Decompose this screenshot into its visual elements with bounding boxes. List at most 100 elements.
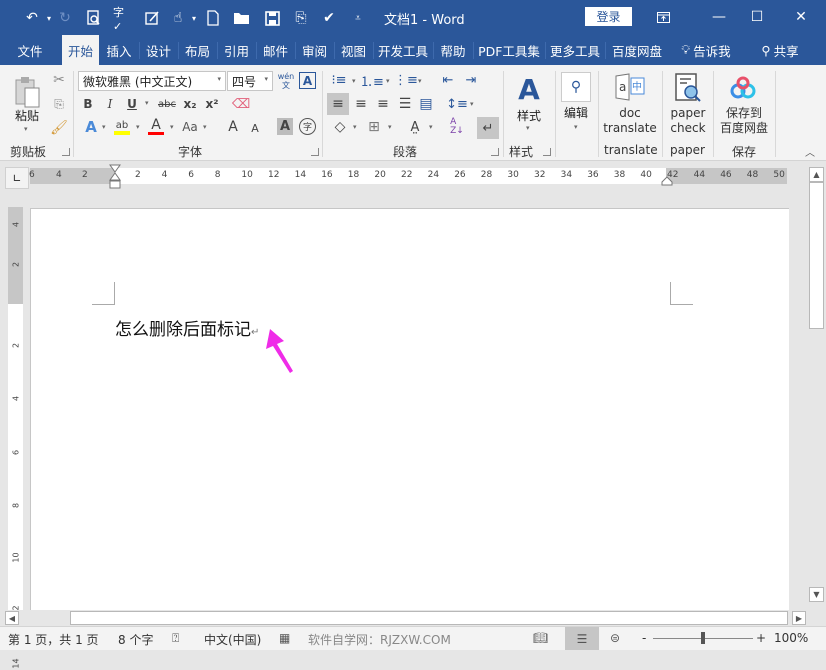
document-page[interactable]: 怎么删除后面标记↵: [30, 208, 789, 610]
scroll-right-icon[interactable]: ▶: [792, 611, 806, 625]
decrease-indent-icon[interactable]: ⇤: [438, 71, 458, 89]
vertical-scrollbar[interactable]: ▲ ▼: [808, 163, 826, 610]
zoom-out-button[interactable]: -: [642, 631, 646, 645]
print-preview-icon[interactable]: [84, 8, 104, 28]
ribbon-display-icon[interactable]: [648, 6, 678, 28]
login-button[interactable]: 登录: [585, 7, 632, 26]
tab-baidu-netdisk[interactable]: 百度网盘: [606, 35, 668, 65]
strikethrough-button[interactable]: abc: [157, 95, 177, 113]
tab-view[interactable]: 视图: [335, 35, 372, 65]
format-painter-icon[interactable]: 🖌︎: [50, 119, 68, 137]
change-case-button[interactable]: Aa: [180, 118, 200, 136]
customize-icon[interactable]: ⩡: [348, 8, 368, 28]
line-spacing-icon[interactable]: ↕≡: [446, 93, 468, 115]
paper-check-line1[interactable]: paper: [665, 105, 711, 120]
cut-icon[interactable]: ✂: [50, 71, 68, 89]
tell-me-button[interactable]: 💡︎ 告诉我: [676, 35, 736, 65]
borders-dropdown-icon[interactable]: ▾: [388, 123, 392, 131]
multilevel-list-icon[interactable]: ⋮≡: [394, 71, 418, 89]
tab-references[interactable]: 引用: [218, 35, 255, 65]
close-icon[interactable]: ✕: [786, 6, 816, 28]
char-border-icon[interactable]: A: [299, 72, 316, 89]
check-icon[interactable]: ✔: [319, 8, 339, 28]
font-launcher-icon[interactable]: [311, 148, 319, 156]
open-icon[interactable]: [232, 8, 252, 28]
grow-font-button[interactable]: A: [224, 118, 242, 136]
new-document-icon[interactable]: [203, 8, 223, 28]
tab-review[interactable]: 审阅: [296, 35, 333, 65]
scroll-thumb[interactable]: [809, 182, 824, 329]
distributed-icon[interactable]: ▤: [416, 93, 436, 115]
font-size-select[interactable]: 四号 ▾: [227, 71, 273, 91]
zoom-slider-thumb[interactable]: [701, 632, 705, 644]
font-color-dropdown-icon[interactable]: ▾: [170, 123, 174, 131]
clear-formatting-icon[interactable]: ⌫: [232, 95, 250, 113]
document-text[interactable]: 怎么删除后面标记↵: [115, 315, 259, 340]
redo-icon[interactable]: ↻: [55, 8, 75, 28]
collapse-ribbon-icon[interactable]: ︿: [803, 145, 817, 159]
print-layout-icon[interactable]: ☰: [565, 627, 599, 650]
styles-icon[interactable]: A: [512, 72, 546, 106]
editing-dropdown-icon[interactable]: ▾: [574, 123, 578, 131]
font-name-select[interactable]: 微软雅黑 (中文正文) ▾: [78, 71, 226, 91]
proofing-icon[interactable]: ⍰: [172, 631, 179, 646]
italic-button[interactable]: I: [102, 95, 118, 113]
save-baidu-line1[interactable]: 保存到: [716, 105, 772, 120]
share-button[interactable]: ⚲ 共享: [755, 35, 805, 65]
enclose-chars-button[interactable]: 字: [299, 118, 316, 135]
save-icon[interactable]: [262, 8, 282, 28]
tab-help[interactable]: 帮助: [434, 35, 472, 65]
spelling-icon[interactable]: 字✓: [113, 6, 133, 33]
read-mode-icon[interactable]: 📖︎: [533, 631, 548, 645]
doc-translate-line2[interactable]: translate: [600, 120, 660, 135]
sort-icon[interactable]: A Z↓: [446, 117, 468, 137]
phonetic-guide-icon[interactable]: wén 文: [276, 70, 296, 92]
paste-label[interactable]: 粘贴: [12, 107, 42, 123]
change-case-dropdown-icon[interactable]: ▾: [203, 123, 207, 131]
numbering-dropdown-icon[interactable]: ▾: [386, 77, 390, 85]
show-marks-icon[interactable]: ↵: [477, 117, 499, 139]
language[interactable]: 中文(中国): [204, 631, 261, 648]
styles-launcher-icon[interactable]: [543, 148, 551, 156]
subscript-button[interactable]: x₂: [181, 95, 199, 113]
multilevel-dropdown-icon[interactable]: ▾: [418, 77, 422, 85]
web-layout-icon[interactable]: ⊜: [610, 631, 620, 645]
tab-insert[interactable]: 插入: [101, 35, 137, 65]
tab-developer[interactable]: 开发工具: [374, 35, 432, 65]
tab-stop-selector-icon[interactable]: ∟: [5, 167, 29, 189]
paragraph-launcher-icon[interactable]: [491, 148, 499, 156]
paste-icon[interactable]: [12, 74, 44, 110]
align-center-icon[interactable]: ≡: [351, 93, 371, 115]
zoom-level[interactable]: 100%: [774, 631, 808, 645]
touch-dropdown-icon[interactable]: ▾: [184, 8, 204, 28]
editing-button-label[interactable]: 编辑: [561, 104, 591, 120]
borders-icon[interactable]: ⊞: [364, 117, 384, 137]
tab-file[interactable]: 文件: [5, 35, 55, 65]
right-indent-marker[interactable]: [661, 175, 673, 186]
increase-indent-icon[interactable]: ⇥: [461, 71, 481, 89]
underline-dropdown-icon[interactable]: ▾: [145, 99, 149, 107]
baidu-netdisk-icon[interactable]: [728, 75, 758, 101]
find-icon[interactable]: ⚲: [561, 72, 591, 102]
scroll-down-icon[interactable]: ▼: [809, 587, 824, 602]
scroll-up-icon[interactable]: ▲: [809, 167, 824, 182]
scroll-left-icon[interactable]: ◀: [5, 611, 19, 625]
shading-icon[interactable]: ◇: [330, 117, 350, 137]
char-shading-button[interactable]: A: [277, 118, 293, 135]
superscript-button[interactable]: x²: [203, 95, 221, 113]
asian-layout-dropdown-icon[interactable]: ▾: [429, 123, 433, 131]
indent-marker[interactable]: [109, 164, 121, 190]
horizontal-scrollbar[interactable]: ◀ ▶: [0, 610, 808, 626]
font-color-icon[interactable]: A: [147, 118, 165, 136]
attach-icon[interactable]: ⎘: [291, 8, 311, 28]
paste-dropdown-icon[interactable]: ▾: [24, 125, 28, 133]
zoom-in-button[interactable]: +: [756, 631, 766, 645]
asian-layout-icon[interactable]: A̤: [405, 117, 425, 137]
minimize-icon[interactable]: —: [704, 6, 734, 28]
highlight-icon[interactable]: ab: [113, 118, 131, 136]
word-count[interactable]: 8 个字: [118, 631, 153, 648]
tab-more-tools[interactable]: 更多工具: [546, 35, 604, 65]
underline-button[interactable]: U: [124, 95, 140, 113]
copy-icon[interactable]: ⎘: [50, 95, 68, 113]
highlight-dropdown-icon[interactable]: ▾: [136, 123, 140, 131]
